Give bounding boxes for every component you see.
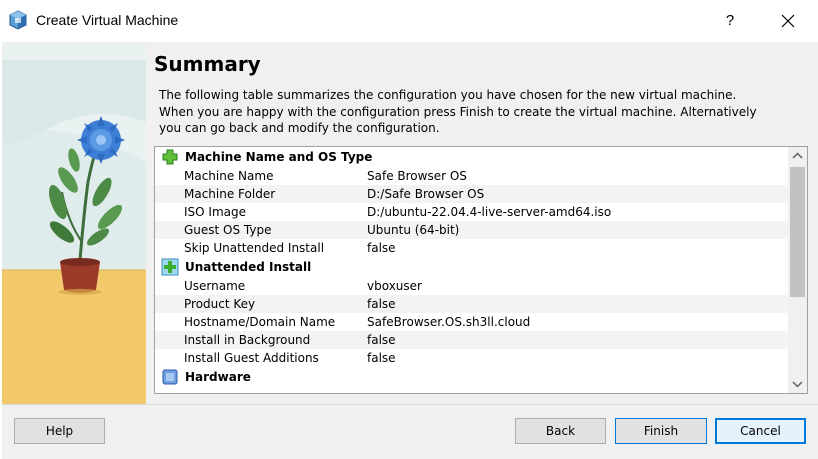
row-key: Username [184, 279, 246, 293]
scroll-down-icon[interactable] [788, 375, 807, 393]
green-puzzle-icon [162, 149, 178, 165]
row-key: Machine Folder [184, 187, 276, 201]
help-title-button[interactable]: ? [712, 6, 748, 36]
chip-icon [162, 369, 178, 385]
row-value: Safe Browser OS [367, 169, 467, 183]
finish-button[interactable]: Finish [615, 418, 707, 444]
row-key: Guest OS Type [184, 223, 272, 237]
virtualbox-icon [9, 10, 27, 30]
table-row[interactable]: Machine Name Safe Browser OS [155, 167, 789, 185]
help-button[interactable]: Help [14, 418, 105, 444]
table-row[interactable]: Hostname/Domain Name SafeBrowser.OS.sh3ll… [155, 313, 789, 331]
group-title: Hardware [185, 370, 251, 384]
group-title: Machine Name and OS Type [185, 150, 373, 164]
row-value: SafeBrowser.OS.sh3ll.cloud [367, 315, 531, 329]
row-key: Hostname/Domain Name [184, 315, 336, 329]
row-key: Machine Name [184, 169, 274, 183]
title-bar: Create Virtual Machine ? [0, 0, 818, 42]
row-value: false [367, 351, 396, 365]
row-value: false [367, 297, 396, 311]
close-icon[interactable] [768, 6, 808, 36]
group-hardware[interactable]: Hardware [155, 367, 789, 387]
table-row[interactable]: Guest OS Type Ubuntu (64-bit) [155, 221, 789, 239]
row-value: vboxuser [367, 279, 422, 293]
table-row[interactable]: Install Guest Additions false [155, 349, 789, 367]
table-row[interactable]: Skip Unattended Install false [155, 239, 789, 257]
row-value: false [367, 333, 396, 347]
wizard-illustration [2, 42, 146, 404]
scroll-up-icon[interactable] [788, 147, 807, 165]
group-machine-name-os-type[interactable]: Machine Name and OS Type [155, 147, 789, 167]
row-value: D:/Safe Browser OS [367, 187, 485, 201]
table-row[interactable]: Install in Background false [155, 331, 789, 349]
machine-rows: Machine Name Safe Browser OS Machine Fold… [155, 167, 789, 257]
table-row[interactable]: ISO Image D:/ubuntu-22.04.4-live-server-a… [155, 203, 789, 221]
row-key: ISO Image [184, 205, 246, 219]
unattended-rows: Username vboxuser Product Key false Hostna… [155, 277, 789, 367]
dialog-client-area: Summary The following table summarizes t… [2, 42, 818, 459]
row-value: Ubuntu (64-bit) [367, 223, 460, 237]
window-title: Create Virtual Machine [36, 12, 179, 28]
green-plus-icon [161, 258, 179, 276]
vertical-scrollbar[interactable] [788, 147, 807, 393]
table-row[interactable]: Username vboxuser [155, 277, 789, 295]
footer-separator [2, 404, 818, 405]
row-key: Skip Unattended Install [184, 241, 325, 255]
scrollbar-thumb[interactable] [790, 167, 805, 297]
back-button[interactable]: Back [515, 418, 606, 444]
page-description: The following table summarizes the confi… [159, 88, 757, 135]
group-title: Unattended Install [185, 260, 312, 274]
row-key: Product Key [184, 297, 256, 311]
table-row[interactable]: Machine Folder D:/Safe Browser OS [155, 185, 789, 203]
summary-tree[interactable]: Machine Name and OS Type Machine Name Saf… [154, 146, 808, 394]
summary-tree-content: Machine Name and OS Type Machine Name Saf… [155, 147, 789, 393]
row-value: false [367, 241, 396, 255]
page-heading: Summary [154, 52, 261, 76]
cancel-button[interactable]: Cancel [715, 418, 806, 444]
table-row[interactable]: Product Key false [155, 295, 789, 313]
row-key: Install in Background [184, 333, 311, 347]
group-unattended-install[interactable]: Unattended Install [155, 257, 789, 277]
row-value: D:/ubuntu-22.04.4-live-server-amd64.iso [367, 205, 612, 219]
row-key: Install Guest Additions [184, 351, 319, 365]
